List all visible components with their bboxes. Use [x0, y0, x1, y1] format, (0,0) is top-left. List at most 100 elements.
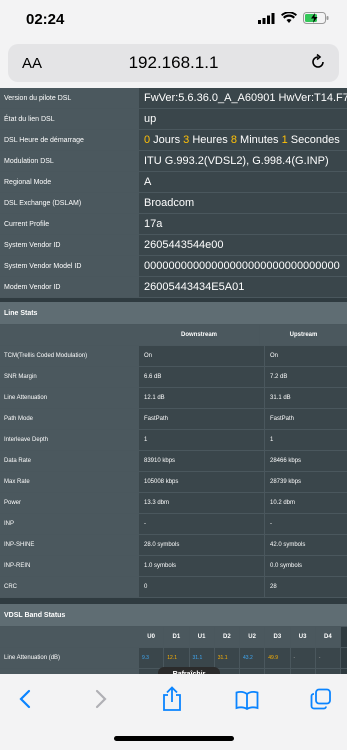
- signal-icon: [258, 12, 275, 24]
- wifi-icon: [281, 12, 297, 23]
- line-stat-downstream: FastPath: [139, 409, 265, 429]
- info-row: DSL Exchange (DSLAM) Broadcom: [0, 193, 347, 214]
- info-label: Modem Vendor ID: [0, 277, 139, 297]
- share-icon[interactable]: [161, 686, 183, 712]
- line-stat-label: TCM(Trellis Coded Modulation): [0, 346, 139, 366]
- line-stat-label: INP-REIN: [0, 556, 139, 576]
- band-header-u3: U3: [290, 627, 316, 647]
- line-stat-downstream: On: [139, 346, 265, 366]
- info-row: Modulation DSL ITU G.993.2(VDSL2), G.998…: [0, 151, 347, 172]
- line-stat-downstream: 83910 kbps: [139, 451, 265, 471]
- url-text[interactable]: 192.168.1.1: [8, 53, 339, 73]
- line-stats-header: Downstream Upstream: [0, 325, 347, 346]
- band-value-d2: 31.1: [214, 648, 240, 668]
- reload-icon[interactable]: [309, 53, 327, 71]
- uptime-value: 0 Jours 3 Heures 8 Minutes 1 Secondes: [139, 130, 347, 150]
- uptime-seconds-unit: Secondes: [287, 134, 340, 146]
- line-stat-upstream: 1: [265, 430, 347, 450]
- line-stat-upstream: 28: [265, 577, 347, 597]
- line-stat-upstream: 28466 kbps: [265, 451, 347, 471]
- band-header-d2: D2: [214, 627, 240, 647]
- line-stat-downstream: -: [139, 514, 265, 534]
- band-value-d1: 12.1: [164, 648, 190, 668]
- info-row: System Vendor Model ID 00000000000000000…: [0, 256, 347, 277]
- address-bar: AA 192.168.1.1: [0, 40, 347, 88]
- line-stat-downstream: 0: [139, 577, 265, 597]
- header-blank: [0, 627, 139, 647]
- url-field[interactable]: AA 192.168.1.1: [8, 44, 339, 82]
- header-upstream: Upstream: [260, 325, 347, 345]
- line-stat-downstream: 1: [139, 430, 265, 450]
- band-value-u1: 31.1: [189, 648, 215, 668]
- line-stat-label: Max Rate: [0, 472, 139, 492]
- line-stat-row: Power 13.3 dbm 10.2 dbm: [0, 493, 347, 514]
- band-value-d3: 49.9: [265, 648, 291, 668]
- line-stat-downstream: 12.1 dB: [139, 388, 265, 408]
- forward-icon[interactable]: [94, 689, 108, 709]
- status-icons: [258, 12, 329, 24]
- band-value-u2: 43.2: [240, 648, 266, 668]
- band-value-d4: -: [315, 648, 341, 668]
- line-stat-label: INP-SHINE: [0, 535, 139, 555]
- info-label: DSL Heure de démarrage: [0, 130, 139, 150]
- band-row-label: Line Attenuation (dB): [0, 648, 139, 668]
- line-stat-row: INP - -: [0, 514, 347, 535]
- line-stat-downstream: 1.0 symbols: [139, 556, 265, 576]
- info-label: System Vendor ID: [0, 235, 139, 255]
- info-value: ITU G.993.2(VDSL2), G.998.4(G.INP): [139, 151, 347, 171]
- line-stats-rows: TCM(Trellis Coded Modulation) On On SNR Mar…: [0, 346, 347, 598]
- header-blank: [0, 325, 139, 345]
- info-label: System Vendor Model ID: [0, 256, 139, 276]
- band-header: U0 D1 U1 D2 U2 D3 U3 D4: [0, 627, 347, 648]
- info-label: État du lien DSL: [0, 109, 139, 129]
- line-stat-upstream: FastPath: [265, 409, 347, 429]
- info-label: Version du pilote DSL: [0, 88, 139, 108]
- line-stat-label: INP: [0, 514, 139, 534]
- uptime-minutes-unit: Minutes: [236, 134, 282, 146]
- back-icon[interactable]: [18, 689, 32, 709]
- info-label: Regional Mode: [0, 172, 139, 192]
- line-stat-upstream: 42.0 symbols: [265, 535, 347, 555]
- info-label: DSL Exchange (DSLAM): [0, 193, 139, 213]
- line-stat-upstream: 28739 kbps: [265, 472, 347, 492]
- line-stat-upstream: 0.0 symbols: [265, 556, 347, 576]
- line-stat-row: Data Rate 83910 kbps 28466 kbps: [0, 451, 347, 472]
- info-row: Modem Vendor ID 26005443434E5A01: [0, 277, 347, 298]
- line-stat-label: CRC: [0, 577, 139, 597]
- line-stat-label: Path Mode: [0, 409, 139, 429]
- line-stat-label: Power: [0, 493, 139, 513]
- line-stat-upstream: -: [265, 514, 347, 534]
- line-stat-row: INP-SHINE 28.0 symbols 42.0 symbols: [0, 535, 347, 556]
- info-value: Broadcom: [139, 193, 347, 213]
- uptime-days-unit: Jours: [150, 134, 184, 146]
- info-row: État du lien DSL up: [0, 109, 347, 130]
- info-label: Current Profile: [0, 214, 139, 234]
- line-stat-label: Data Rate: [0, 451, 139, 471]
- home-indicator: [114, 736, 234, 741]
- line-stat-upstream: 10.2 dbm: [265, 493, 347, 513]
- line-stat-upstream: 31.1 dB: [265, 388, 347, 408]
- info-value: FwVer:5.6.36.0_A_A60901 HwVer:T14.F7_0.2: [139, 88, 347, 108]
- band-header-d3: D3: [265, 627, 291, 647]
- band-value-u3: -: [290, 648, 316, 668]
- line-stat-row: SNR Margin 6.6 dB 7.2 dB: [0, 367, 347, 388]
- info-row: Version du pilote DSL FwVer:5.6.36.0_A_A…: [0, 88, 347, 109]
- info-value: 26005443434E5A01: [139, 277, 347, 297]
- line-stat-downstream: 105008 kbps: [139, 472, 265, 492]
- bookmarks-icon[interactable]: [235, 690, 259, 710]
- battery-charging-icon: [303, 12, 329, 24]
- line-stat-row: Max Rate 105008 kbps 28739 kbps: [0, 472, 347, 493]
- line-stat-row: INP-REIN 1.0 symbols 0.0 symbols: [0, 556, 347, 577]
- info-value: 00000000000000000000000000000000: [139, 256, 347, 276]
- band-header-u0: U0: [139, 627, 165, 647]
- line-stat-row: Path Mode FastPath FastPath: [0, 409, 347, 430]
- info-value: 17a: [139, 214, 347, 234]
- status-bar: 02:24: [0, 0, 347, 40]
- line-stats-heading: Line Stats: [0, 302, 347, 325]
- line-stat-label: Line Attenuation: [0, 388, 139, 408]
- info-row: System Vendor ID 2605443544e00: [0, 235, 347, 256]
- uptime-hours-unit: Heures: [189, 134, 231, 146]
- info-label: Modulation DSL: [0, 151, 139, 171]
- line-stat-downstream: 6.6 dB: [139, 367, 265, 387]
- tabs-icon[interactable]: [310, 688, 332, 710]
